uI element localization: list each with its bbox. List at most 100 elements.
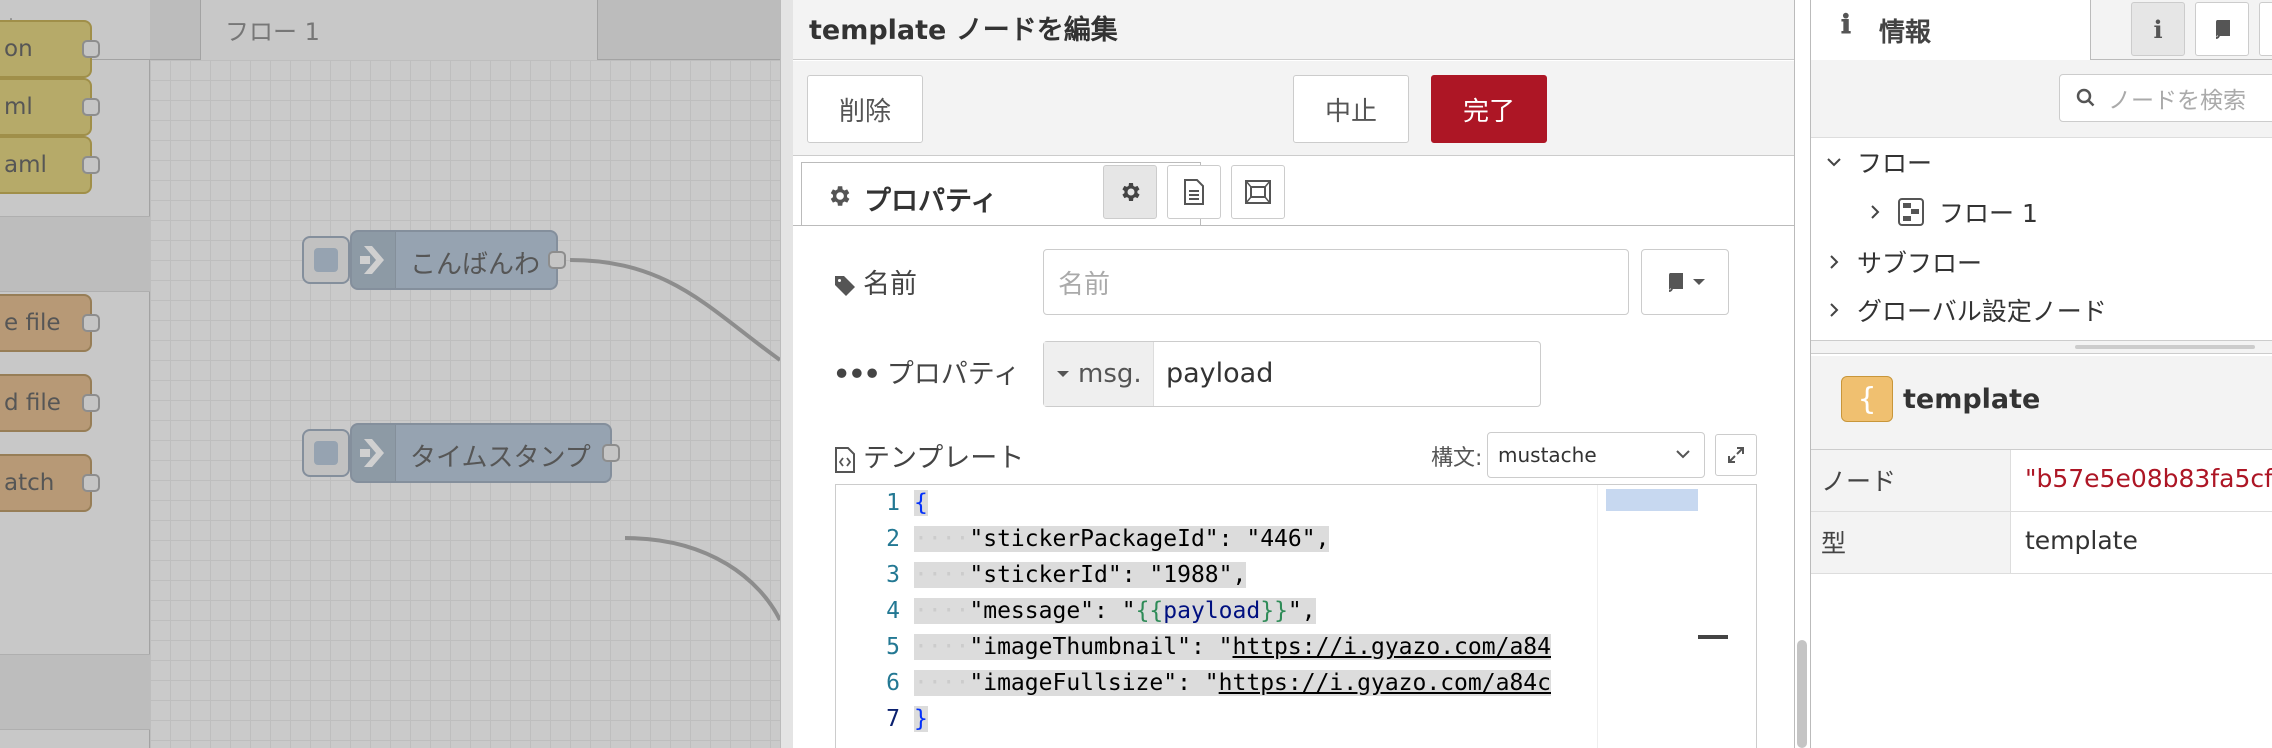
ellipsis-icon: ••• <box>833 359 881 390</box>
code-token: {{ <box>1135 598 1164 624</box>
line-number: 6 <box>886 670 900 696</box>
property-type-select[interactable]: msg. <box>1044 342 1154 406</box>
template-node-icon: { <box>1841 376 1893 422</box>
info-value-node-id[interactable]: "b57e5e08b83fa5cf <box>2011 450 2272 511</box>
book-icon <box>1668 273 1683 292</box>
code-token: { <box>914 490 928 516</box>
editor-minimap[interactable] <box>1597 485 1755 748</box>
code-token: "1988" <box>1149 562 1233 588</box>
code-token: "imageFullsize" <box>969 670 1178 696</box>
code-token: "imageThumbnail" <box>969 634 1191 660</box>
property-field-label: ••• プロパティ <box>833 352 1020 391</box>
code-token: "stickerId" <box>969 562 1122 588</box>
book-icon <box>2215 20 2230 39</box>
gear-icon <box>826 183 852 213</box>
minimap-cursor-marker <box>1698 635 1728 639</box>
code-line: ····"stickerPackageId": "446", <box>914 526 1330 552</box>
tab-description-button[interactable] <box>1167 165 1221 219</box>
delete-button[interactable]: 削除 <box>807 75 923 143</box>
property-label-text: プロパティ <box>886 359 1021 390</box>
syntax-select[interactable]: mustache <box>1487 432 1705 478</box>
line-number: 7 <box>886 706 900 732</box>
code-line: ····"imageFullsize": "https://i.gyazo.co… <box>914 670 1551 696</box>
tray-scrollbar[interactable] <box>1797 640 1807 748</box>
chevron-right-icon <box>1830 303 1839 317</box>
tab-settings-button[interactable] <box>1103 165 1157 219</box>
tree-item-global-config[interactable]: グローバル設定ノード <box>1825 292 2107 328</box>
code-line: { <box>914 485 928 521</box>
code-line: ····"imageThumbnail": "https://i.gyazo.c… <box>914 634 1552 660</box>
expand-icon <box>1728 447 1744 463</box>
info-row-node-id: ノード "b57e5e08b83fa5cf <box>1811 450 2272 512</box>
line-number: 4 <box>886 598 900 624</box>
line-number: 2 <box>886 526 900 552</box>
code-editor[interactable]: 1 2 3 4 5 6 7 { ····"stickerPackageId": … <box>835 484 1757 748</box>
flow-icon <box>1898 198 1924 226</box>
sidebar-info-button[interactable]: i <box>2131 2 2185 56</box>
property-typed-input[interactable]: msg. payload <box>1043 341 1541 407</box>
code-link[interactable]: https://i.gyazo.com/a84 <box>1233 634 1552 660</box>
gear-icon <box>1122 183 1140 201</box>
sidebar-header: ℹ 情報 i <box>1811 0 2272 61</box>
syntax-label: 構文: <box>1431 446 1483 471</box>
chevron-down-icon <box>1676 450 1690 459</box>
property-type-value: msg. <box>1078 359 1142 389</box>
chevron-right-icon <box>1871 205 1880 219</box>
caret-down-icon <box>1693 279 1705 285</box>
node-type-title: template <box>1903 384 2041 415</box>
code-token: "446" <box>1246 526 1316 552</box>
code-link[interactable]: https://i.gyazo.com/a84c <box>1219 670 1551 696</box>
sidebar-debug-button[interactable] <box>2259 2 2272 56</box>
expand-editor-button[interactable] <box>1715 434 1757 476</box>
document-icon <box>1184 179 1204 205</box>
tree-label: フロー 1 <box>1939 199 2038 228</box>
line-number: 5 <box>886 634 900 660</box>
sidebar-help-button[interactable] <box>2195 2 2249 56</box>
search-placeholder: ノードを検索 <box>2108 88 2246 114</box>
edit-tray: template ノードを編集 削除 中止 完了 プロパティ 名前 名前 •••… <box>780 0 1795 748</box>
code-area[interactable]: { ····"stickerPackageId": "446", ····"st… <box>914 485 1597 748</box>
tab-info[interactable]: ℹ 情報 <box>1811 0 2091 61</box>
code-token: "stickerPackageId" <box>969 526 1219 552</box>
line-number: 3 <box>886 562 900 588</box>
template-label-text: テンプレート <box>863 443 1025 474</box>
line-number: 1 <box>886 490 900 516</box>
caret-down-icon <box>1057 371 1069 377</box>
code-token: ", <box>1287 598 1316 624</box>
name-input[interactable]: 名前 <box>1043 249 1629 315</box>
tree-item-subflows[interactable]: サブフロー <box>1825 244 1982 280</box>
code-token: }} <box>1260 598 1288 624</box>
sidebar: ℹ 情報 i ノードを検索 フロー フロー 1 サブフロー グローバル設定ノード <box>1810 0 2272 748</box>
tray-toolbar: 削除 中止 完了 <box>793 61 1794 156</box>
tree-label: グローバル設定ノード <box>1857 297 2107 326</box>
tray-resize-strip[interactable] <box>781 0 793 748</box>
name-label-text: 名前 <box>863 269 917 300</box>
node-appearance-icon <box>1245 180 1271 204</box>
node-info-header: { template <box>1811 356 2272 450</box>
property-value[interactable]: payload <box>1166 358 1273 389</box>
code-token: " <box>1121 598 1136 624</box>
tab-divider <box>793 225 1794 226</box>
code-line: ····"stickerId": "1988", <box>914 562 1247 588</box>
sidebar-splitter[interactable] <box>1811 340 2272 354</box>
chevron-right-icon <box>1830 255 1839 269</box>
code-line: ····"message": "{{payload}}", <box>914 598 1316 624</box>
cancel-button[interactable]: 中止 <box>1293 75 1409 143</box>
tag-icon <box>835 275 855 296</box>
modal-dim-overlay <box>0 0 780 748</box>
line-number-gutter: 1 2 3 4 5 6 7 <box>836 485 914 748</box>
done-button[interactable]: 完了 <box>1431 75 1547 143</box>
tree-item-flows[interactable]: フロー <box>1825 144 1932 180</box>
info-icon: ℹ <box>1841 10 1851 40</box>
info-key: ノード <box>1811 450 2011 511</box>
name-field-label: 名前 <box>833 262 917 301</box>
tab-properties-label: プロパティ <box>864 186 998 217</box>
tab-appearance-button[interactable] <box>1231 165 1285 219</box>
node-search-input[interactable]: ノードを検索 <box>2059 74 2272 122</box>
minimap-viewport[interactable] <box>1606 489 1698 511</box>
tray-header: template ノードを編集 <box>793 0 1794 60</box>
info-row-type: 型 template <box>1811 512 2272 574</box>
tree-item-flow-1[interactable]: フロー 1 <box>1867 194 2038 230</box>
tree-label: フロー <box>1857 149 1933 178</box>
name-icon-dropdown-button[interactable] <box>1641 249 1729 315</box>
